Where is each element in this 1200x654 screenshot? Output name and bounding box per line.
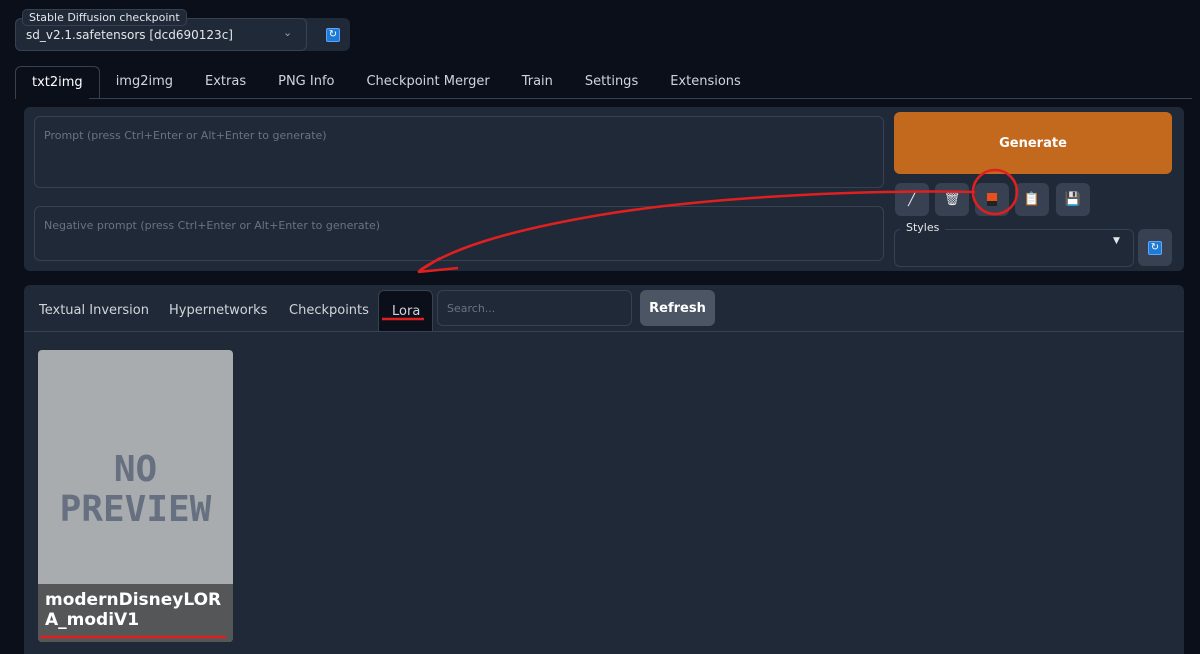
clipboard-icon[interactable]: 📋 (1015, 183, 1049, 216)
divider (89, 98, 1192, 99)
tab-extensions[interactable]: Extensions (654, 66, 757, 99)
trash-icon[interactable]: 🗑 (935, 183, 969, 216)
tab-extras[interactable]: Extras (189, 66, 262, 99)
generate-button[interactable]: Generate (894, 112, 1172, 174)
tab-hypernetworks[interactable]: Hypernetworks (154, 290, 282, 331)
tab-checkpoints[interactable]: Checkpoints (274, 290, 384, 331)
tab-lora[interactable]: Lora (378, 290, 433, 331)
lora-card[interactable]: NO PREVIEW modernDisneyLORA_modiV1 (38, 350, 233, 642)
lora-card-name: modernDisneyLORA_modiV1 (38, 584, 233, 642)
chevron-down-icon: ⌄ (283, 26, 293, 39)
refresh-checkpoint-icon[interactable]: ↻ (326, 28, 340, 42)
negative-prompt-input[interactable]: Negative prompt (press Ctrl+Enter or Alt… (34, 206, 884, 261)
refresh-button[interactable]: Refresh (640, 290, 715, 326)
tab-txt2img[interactable]: txt2img (15, 66, 100, 99)
tab-textual-inversion[interactable]: Textual Inversion (24, 290, 164, 331)
prompt-input[interactable]: Prompt (press Ctrl+Enter or Alt+Enter to… (34, 116, 884, 188)
search-input[interactable]: Search... (437, 290, 632, 326)
main-tabs: txt2img img2img Extras PNG Info Checkpoi… (15, 66, 757, 99)
extra-networks-icon[interactable] (975, 183, 1009, 216)
dropdown-arrow-icon: ▼ (1113, 236, 1120, 246)
save-icon[interactable]: 💾 (1056, 183, 1090, 216)
styles-label: Styles (900, 221, 946, 234)
no-preview-image: NO PREVIEW (59, 449, 212, 530)
tab-train[interactable]: Train (506, 66, 569, 99)
tab-settings[interactable]: Settings (569, 66, 654, 99)
styles-dropdown[interactable] (894, 229, 1134, 267)
brush-icon[interactable]: ╱ (895, 183, 929, 216)
checkpoint-label: Stable Diffusion checkpoint (22, 9, 187, 26)
tab-img2img[interactable]: img2img (100, 66, 189, 99)
refresh-styles-button[interactable]: ↻ (1138, 229, 1172, 266)
tab-checkpoint-merger[interactable]: Checkpoint Merger (350, 66, 505, 99)
tab-png-info[interactable]: PNG Info (262, 66, 350, 99)
